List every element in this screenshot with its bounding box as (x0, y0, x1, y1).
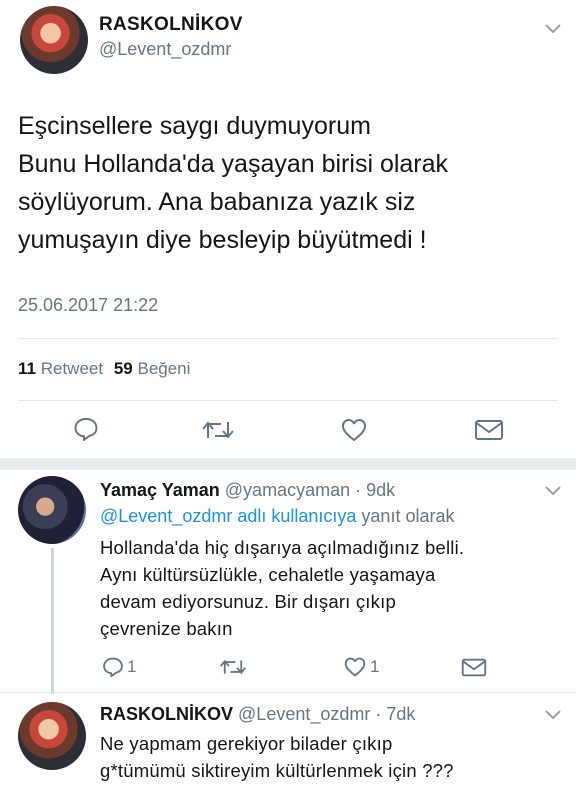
reply-action[interactable]: 1 (102, 656, 136, 678)
tweet-text-line: yumuşayın diye besleyip büyütmedi ! (18, 226, 427, 254)
reply-time[interactable]: · 9dk (355, 480, 395, 500)
reply-text-line: g*tümümü siktireyim kültürlenmek için ??… (100, 760, 454, 781)
avatar[interactable] (20, 6, 88, 74)
tweet-text: Eşcinsellere saygı duymuyorum Bunu Holla… (18, 107, 448, 259)
avatar[interactable] (18, 702, 86, 770)
reply-count: 1 (127, 657, 137, 676)
author-handle[interactable]: @Levent_ozdmr (99, 39, 231, 60)
reply-text-line: devam ediyorsunuz. Bir dışarı çıkıp (100, 591, 396, 612)
retweet-label: Retweet (40, 359, 104, 378)
author-display-name[interactable]: RASKOLNİKOV (100, 704, 233, 724)
chevron-down-icon[interactable] (543, 484, 563, 498)
envelope-icon[interactable] (461, 657, 487, 678)
chevron-down-icon[interactable] (543, 708, 563, 722)
retweet-stat[interactable]: 11 Retweet (18, 359, 108, 378)
reply-header: RASKOLNİKOV @Levent_ozdmr · 7dk (100, 704, 415, 725)
author-handle[interactable]: @Levent_ozdmr (238, 704, 370, 724)
divider (0, 692, 576, 693)
like-action[interactable]: 1 (343, 656, 379, 678)
reply-time[interactable]: · 7dk (375, 704, 415, 724)
retweet-count: 11 (18, 359, 36, 378)
reply-text-line: çevrenize bakın (100, 618, 233, 639)
heart-icon[interactable] (340, 417, 368, 443)
author-display-name[interactable]: Yamaç Yaman (100, 480, 220, 500)
speech-bubble-icon (102, 656, 124, 678)
reply-text-line: Ne yapmam gerekiyor bilader çıkıp (100, 733, 393, 754)
tweet-text-line: söylüyorum. Ana babanıza yazık siz (18, 188, 416, 216)
thread-line (51, 548, 54, 694)
reply-text-line: Hollanda'da hiç dışarıya açılmadığınız b… (100, 537, 465, 558)
envelope-icon[interactable] (474, 418, 504, 442)
tweet-text-line: Eşcinsellere saygı duymuyorum (18, 112, 371, 140)
avatar[interactable] (18, 476, 86, 544)
retweet-arrows-icon[interactable] (219, 657, 247, 677)
reply-to-mention[interactable]: @Levent_ozdmr adlı kullanıcıya (100, 506, 356, 526)
reply-to-suffix: yanıt olarak (361, 506, 455, 526)
like-count: 59 (113, 359, 133, 378)
divider (18, 400, 558, 401)
retweet-arrows-icon[interactable] (201, 418, 235, 442)
author-handle[interactable]: @yamacyaman (225, 480, 350, 500)
author-display-name[interactable]: RASKOLNİKOV (99, 14, 243, 36)
tweet-stats: 11 Retweet 59 Beğeni (18, 359, 190, 379)
like-label: Beğeni (137, 359, 191, 378)
divider (18, 338, 558, 339)
reply-text: Ne yapmam gerekiyor bilader çıkıp g*tümü… (100, 730, 454, 784)
reply-header: Yamaç Yaman @yamacyaman · 9dk (100, 480, 395, 501)
reply-context: @Levent_ozdmr adlı kullanıcıya yanıt ola… (100, 506, 454, 527)
like-count: 1 (370, 657, 380, 676)
chevron-down-icon[interactable] (543, 22, 563, 36)
reply-text-line: Aynı kültürsüzlükle, cehaletle yaşamaya (100, 564, 436, 585)
like-stat[interactable]: 59 Beğeni (114, 359, 191, 378)
section-separator (0, 458, 576, 470)
reply-text: Hollanda'da hiç dışarıya açılmadığınız b… (100, 534, 464, 642)
speech-bubble-icon[interactable] (73, 416, 99, 442)
tweet-timestamp[interactable]: 25.06.2017 21:22 (18, 295, 158, 316)
tweet-text-line: Bunu Hollanda'da yaşayan birisi olarak (18, 150, 449, 178)
heart-icon (343, 656, 367, 678)
